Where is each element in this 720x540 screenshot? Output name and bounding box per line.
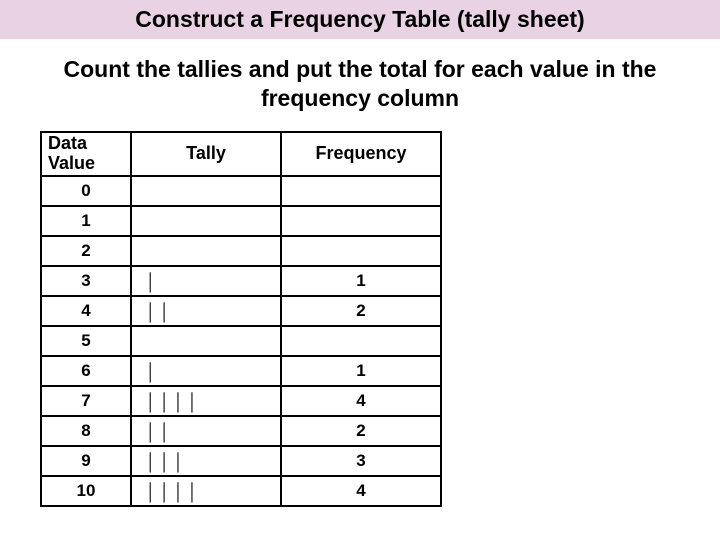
frequency-table-container: Data Value Tally Frequency 0 1 2: [0, 131, 720, 507]
cell-frequency: 4: [281, 476, 441, 506]
cell-value: 3: [41, 266, 131, 296]
table-row: 8 | | 2: [41, 416, 441, 446]
cell-frequency: 4: [281, 386, 441, 416]
header-data-value: Data Value: [41, 132, 131, 176]
table-row: 0: [41, 176, 441, 206]
table-row: 2: [41, 236, 441, 266]
cell-tally: |: [131, 356, 281, 386]
cell-tally: | |: [131, 296, 281, 326]
table-row: 6 | 1: [41, 356, 441, 386]
header-tally: Tally: [131, 132, 281, 176]
table-row: 9 | | | 3: [41, 446, 441, 476]
cell-frequency: 3: [281, 446, 441, 476]
cell-value: 2: [41, 236, 131, 266]
cell-tally: | | |: [131, 446, 281, 476]
table-row: 1: [41, 206, 441, 236]
page-title: Construct a Frequency Table (tally sheet…: [0, 0, 720, 39]
cell-frequency: 1: [281, 266, 441, 296]
cell-value: 7: [41, 386, 131, 416]
cell-frequency: 2: [281, 296, 441, 326]
cell-frequency: [281, 236, 441, 266]
table-row: 4 | | 2: [41, 296, 441, 326]
cell-value: 4: [41, 296, 131, 326]
cell-value: 5: [41, 326, 131, 356]
cell-tally: |: [131, 266, 281, 296]
cell-tally: [131, 206, 281, 236]
table-header-row: Data Value Tally Frequency: [41, 132, 441, 176]
cell-tally: | | | |: [131, 476, 281, 506]
cell-value: 10: [41, 476, 131, 506]
cell-tally: | | | |: [131, 386, 281, 416]
header-frequency: Frequency: [281, 132, 441, 176]
cell-tally: | |: [131, 416, 281, 446]
frequency-table: Data Value Tally Frequency 0 1 2: [40, 131, 442, 507]
cell-value: 8: [41, 416, 131, 446]
table-row: 10 | | | | 4: [41, 476, 441, 506]
cell-value: 1: [41, 206, 131, 236]
instruction-text: Count the tallies and put the total for …: [0, 39, 720, 131]
cell-tally: [131, 326, 281, 356]
table-row: 3 | 1: [41, 266, 441, 296]
table-row: 5: [41, 326, 441, 356]
cell-tally: [131, 176, 281, 206]
cell-frequency: [281, 326, 441, 356]
cell-frequency: 2: [281, 416, 441, 446]
cell-tally: [131, 236, 281, 266]
cell-frequency: [281, 176, 441, 206]
cell-value: 9: [41, 446, 131, 476]
table-row: 7 | | | | 4: [41, 386, 441, 416]
cell-value: 0: [41, 176, 131, 206]
cell-value: 6: [41, 356, 131, 386]
cell-frequency: [281, 206, 441, 236]
cell-frequency: 1: [281, 356, 441, 386]
